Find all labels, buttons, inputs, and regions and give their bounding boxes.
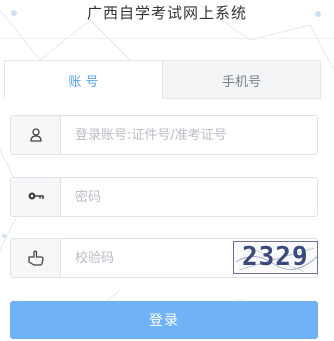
login-button[interactable]: 登录 (10, 301, 318, 339)
tab-phone[interactable]: 手机号 (162, 61, 320, 99)
password-input[interactable] (61, 178, 317, 216)
captcha-icon-box (11, 239, 61, 277)
account-input[interactable] (61, 116, 317, 154)
captcha-image[interactable]: 2329 (233, 241, 318, 274)
tab-divider (164, 98, 321, 99)
login-tabs: 账 号 手机号 (4, 60, 321, 99)
page-title: 广西自学考试网上系统 (86, 4, 247, 22)
title-divider (0, 38, 334, 39)
key-icon (28, 192, 44, 200)
password-icon-box (11, 178, 61, 216)
background-network-decoration (0, 4, 334, 337)
user-icon (29, 128, 42, 142)
tab-account[interactable]: 账 号 (5, 61, 162, 99)
account-icon-box (11, 116, 61, 154)
account-field (10, 115, 318, 155)
hand-pointer-icon (27, 250, 44, 266)
captcha-code: 2329 (242, 242, 309, 272)
password-field (10, 177, 318, 217)
